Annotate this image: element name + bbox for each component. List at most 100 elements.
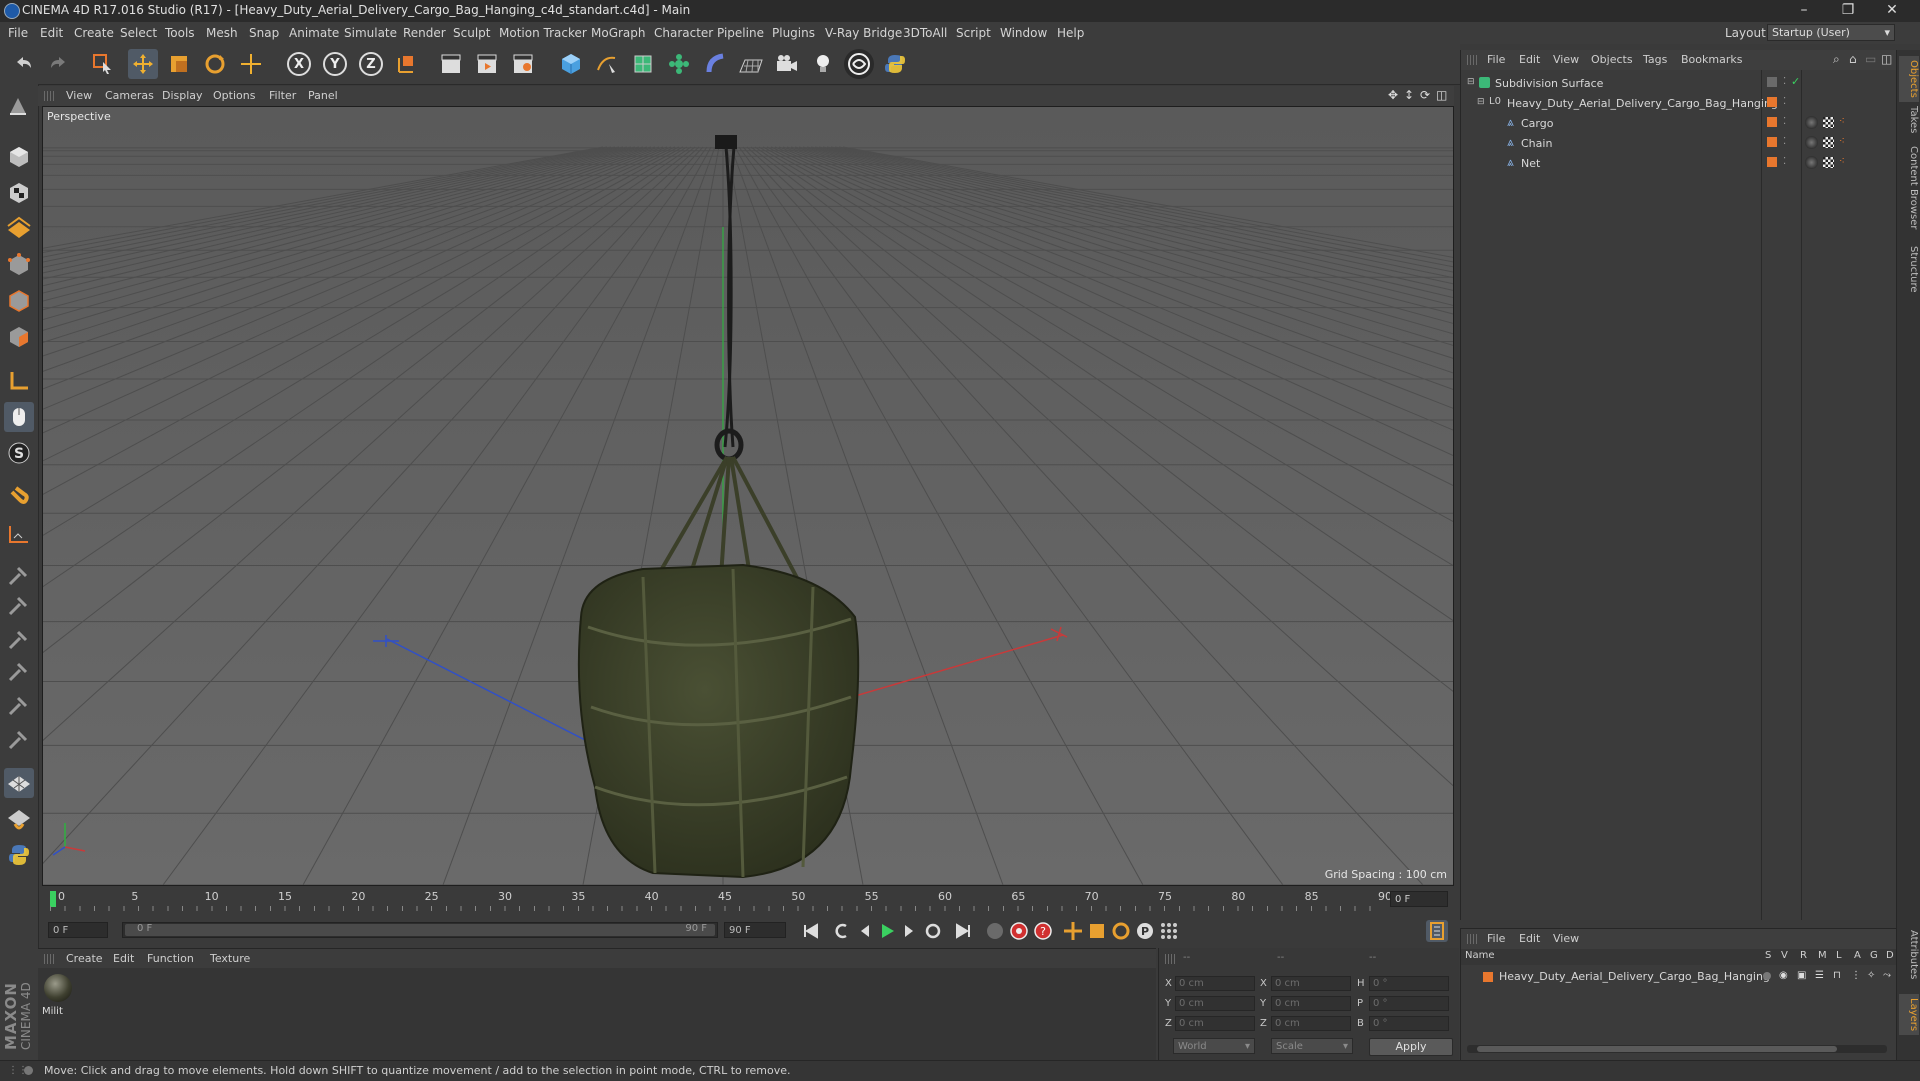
home-icon[interactable]: ⌂ bbox=[1849, 52, 1857, 66]
record-keys-button[interactable] bbox=[984, 920, 1006, 942]
object-row-chain[interactable]: ⩓ Chain ⁚ ⁖ bbox=[1461, 134, 1897, 154]
playhead-marker[interactable] bbox=[50, 891, 56, 907]
menu-vray-bridge[interactable]: V-Ray Bridge bbox=[825, 26, 902, 40]
pos-z-field[interactable]: 0 cm bbox=[1175, 1016, 1255, 1031]
keyframe-selection-button[interactable]: ? bbox=[1032, 920, 1054, 942]
key-position-button[interactable] bbox=[1062, 920, 1084, 942]
brush-tool-2[interactable] bbox=[4, 590, 34, 620]
frame-ruler[interactable]: 0 5 10 15 20 25 30 35 40 45 50 55 60 65 70 75 80 85 90 bbox=[50, 887, 1392, 911]
menu-simulate[interactable]: Simulate bbox=[344, 26, 397, 40]
layer-color-swatch[interactable] bbox=[1767, 117, 1777, 127]
next-frame-button[interactable] bbox=[898, 920, 920, 942]
next-key-button[interactable] bbox=[922, 920, 944, 942]
layers-menu-edit[interactable]: Edit bbox=[1519, 932, 1540, 945]
scale-tool-button[interactable] bbox=[164, 49, 194, 79]
visibility-dots-icon[interactable]: ⁚ bbox=[1783, 136, 1786, 147]
layers-menu-view[interactable]: View bbox=[1553, 932, 1579, 945]
perspective-viewport[interactable]: Perspective Grid Spacing : 100 cm bbox=[42, 106, 1454, 886]
objects-menu-view[interactable]: View bbox=[1553, 53, 1579, 66]
tweak-mode-button[interactable] bbox=[4, 402, 34, 432]
selection-tag-icon[interactable]: ⁖ bbox=[1839, 156, 1845, 167]
menu-mograph[interactable]: MoGraph bbox=[591, 26, 646, 40]
visibility-dots-icon[interactable]: ⁚ bbox=[1783, 116, 1786, 127]
material-menu-function[interactable]: Function bbox=[147, 952, 194, 965]
brush-tool-4[interactable] bbox=[4, 656, 34, 686]
go-to-end-button[interactable] bbox=[952, 920, 974, 942]
visibility-dots-icon[interactable]: ⁚ bbox=[1783, 96, 1786, 107]
menu-select[interactable]: Select bbox=[120, 26, 157, 40]
autokey-button[interactable] bbox=[1008, 920, 1030, 942]
menu-mesh[interactable]: Mesh bbox=[206, 26, 238, 40]
zoom-view-icon[interactable]: ↕ bbox=[1404, 88, 1414, 102]
coordinate-system-button[interactable] bbox=[392, 49, 422, 79]
tab-structure[interactable]: Structure bbox=[1899, 246, 1919, 293]
menu-motion-tracker[interactable]: Motion Tracker bbox=[499, 26, 587, 40]
cube-primitive-button[interactable] bbox=[556, 49, 586, 79]
objects-menu-tags[interactable]: Tags bbox=[1643, 53, 1667, 66]
object-row-subdivision-surface[interactable]: ⊟ Subdivision Surface ⁚ ✓ bbox=[1461, 74, 1897, 94]
manager-icon[interactable]: ☰ bbox=[1815, 970, 1824, 981]
tab-content-browser[interactable]: Content Browser bbox=[1899, 146, 1919, 229]
key-pla-button[interactable] bbox=[1158, 920, 1180, 942]
x-axis-lock-button[interactable]: X bbox=[284, 49, 314, 79]
tab-objects[interactable]: Objects bbox=[1899, 56, 1919, 102]
menu-plugins[interactable]: Plugins bbox=[772, 26, 815, 40]
undo-button[interactable] bbox=[8, 49, 38, 79]
model-mode-button[interactable] bbox=[4, 142, 34, 172]
y-axis-lock-button[interactable]: Y bbox=[320, 49, 350, 79]
layer-color-swatch[interactable] bbox=[1767, 157, 1777, 167]
polygons-mode-button[interactable] bbox=[4, 322, 34, 352]
timeline-window-button[interactable] bbox=[1426, 920, 1448, 942]
texture-mode-button[interactable] bbox=[4, 178, 34, 208]
rot-p-field[interactable]: 0 ° bbox=[1369, 996, 1449, 1011]
spline-pen-button[interactable] bbox=[592, 49, 622, 79]
end-frame-field[interactable]: 90 F bbox=[724, 922, 786, 938]
search-icon[interactable]: ⌕ bbox=[1833, 52, 1840, 67]
render-settings-button[interactable] bbox=[508, 49, 538, 79]
z-axis-lock-button[interactable]: Z bbox=[356, 49, 386, 79]
layer-color-swatch[interactable] bbox=[1767, 137, 1777, 147]
current-frame-field[interactable]: 0 F bbox=[1390, 891, 1448, 907]
scrollbar-thumb[interactable] bbox=[1477, 1046, 1837, 1052]
object-name[interactable]: Chain bbox=[1521, 137, 1552, 150]
live-selection-button[interactable] bbox=[88, 49, 118, 79]
visibility-dots-icon[interactable]: ⁚ bbox=[1783, 76, 1786, 87]
deformer-button[interactable] bbox=[700, 49, 730, 79]
rot-b-field[interactable]: 0 ° bbox=[1369, 1016, 1449, 1031]
menu-help[interactable]: Help bbox=[1057, 26, 1084, 40]
uvw-tag-icon[interactable] bbox=[1823, 117, 1834, 128]
rotate-tool-button[interactable] bbox=[200, 49, 230, 79]
new-view-icon[interactable]: ▭ bbox=[1865, 52, 1876, 66]
menu-tools[interactable]: Tools bbox=[165, 26, 195, 40]
horizontal-scrollbar[interactable] bbox=[1467, 1045, 1887, 1053]
material-name[interactable]: Milit bbox=[42, 1006, 63, 1017]
menu-render[interactable]: Render bbox=[403, 26, 446, 40]
python-script-button[interactable] bbox=[4, 840, 34, 870]
key-rotation-button[interactable] bbox=[1110, 920, 1132, 942]
material-menu-edit[interactable]: Edit bbox=[113, 952, 134, 965]
collapse-toggle-icon[interactable]: ⊟ bbox=[1467, 77, 1475, 87]
workplane-mode-button[interactable] bbox=[4, 212, 34, 242]
generator-icon[interactable]: ✧ bbox=[1867, 970, 1875, 981]
layer-color-swatch[interactable] bbox=[1767, 77, 1777, 87]
column-animation[interactable]: A bbox=[1854, 950, 1861, 961]
object-name[interactable]: Subdivision Surface bbox=[1495, 77, 1603, 90]
column-generators[interactable]: G bbox=[1870, 950, 1878, 961]
object-row-hanging-null[interactable]: ⊟ L0 Heavy_Duty_Aerial_Delivery_Cargo_Ba… bbox=[1461, 94, 1897, 114]
object-name[interactable]: Net bbox=[1521, 157, 1540, 170]
material-tag-icon[interactable] bbox=[1805, 156, 1818, 169]
material-menu-create[interactable]: Create bbox=[66, 952, 103, 965]
redo-button[interactable] bbox=[44, 49, 74, 79]
timeline-ruler[interactable]: 0 5 10 15 20 25 30 35 40 45 50 55 60 65 70 75 80 85 90 0 F bbox=[42, 887, 1452, 911]
render-picture-viewer-button[interactable] bbox=[472, 49, 502, 79]
uvw-tag-icon[interactable] bbox=[1823, 157, 1834, 168]
object-row-net[interactable]: ⩓ Net ⁚ ⁖ bbox=[1461, 154, 1897, 174]
brush-tool-6[interactable] bbox=[4, 724, 34, 754]
enabled-check-icon[interactable]: ✓ bbox=[1791, 75, 1800, 88]
points-mode-button[interactable] bbox=[4, 250, 34, 280]
minimize-button[interactable]: – bbox=[1784, 0, 1824, 22]
light-button[interactable] bbox=[808, 49, 838, 79]
tab-layers[interactable]: Layers bbox=[1899, 994, 1919, 1036]
menu-create[interactable]: Create bbox=[74, 26, 114, 40]
column-view[interactable]: V bbox=[1781, 950, 1788, 961]
